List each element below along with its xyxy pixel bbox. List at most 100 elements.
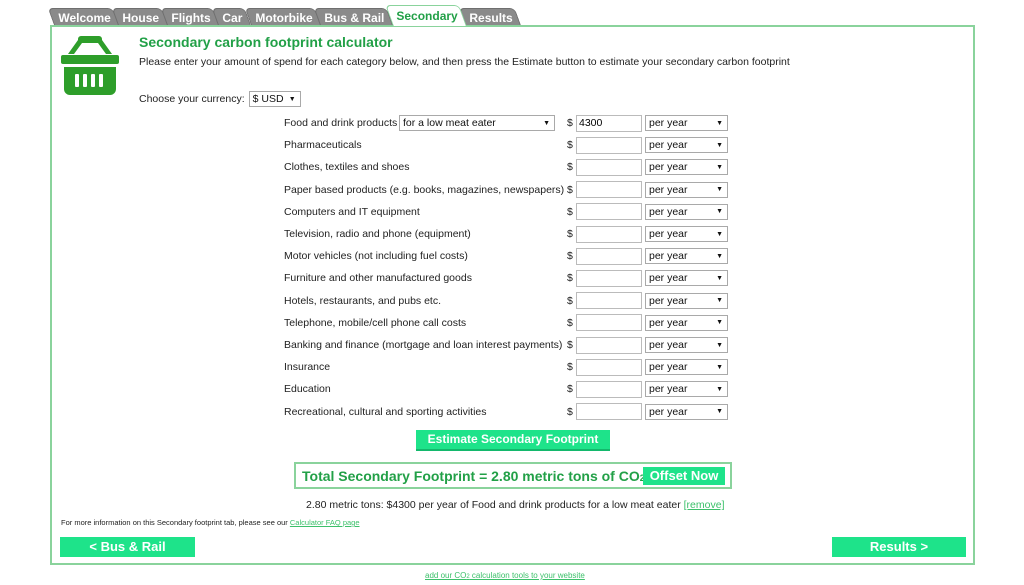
- tab-bar: Welcome House Flights Car Motorbike Bus …: [47, 5, 522, 26]
- embed-suffix: calculation tools to your website: [469, 571, 585, 580]
- period-value: per year: [649, 272, 688, 285]
- currency-symbol: $: [567, 139, 573, 152]
- period-select[interactable]: per year ▼: [645, 403, 728, 420]
- currency-symbol: $: [567, 316, 573, 329]
- spend-amount-input[interactable]: [576, 158, 642, 176]
- tab-results[interactable]: Results: [458, 8, 522, 26]
- category-row: Paper based products (e.g. books, magazi…: [284, 181, 734, 199]
- spend-amount-input[interactable]: [576, 380, 642, 398]
- spend-amount-input[interactable]: [576, 136, 642, 154]
- period-select[interactable]: per year ▼: [645, 381, 728, 398]
- category-row: Motor vehicles (not including fuel costs…: [284, 247, 734, 265]
- result-summary: 2.80 metric tons: $4300 per year of Food…: [306, 499, 725, 511]
- currency-symbol: $: [567, 405, 573, 418]
- category-row: Telephone, mobile/cell phone call costs $…: [284, 314, 734, 332]
- period-select[interactable]: per year ▼: [645, 226, 728, 242]
- period-value: per year: [649, 139, 688, 152]
- tab-house[interactable]: House: [112, 8, 169, 26]
- dropdown-arrow-icon: ▼: [716, 297, 723, 305]
- category-label: Furniture and other manufactured goods: [284, 272, 472, 285]
- shopping-basket-icon: [61, 36, 119, 95]
- category-label: Motor vehicles (not including fuel costs…: [284, 250, 468, 263]
- period-value: per year: [649, 228, 688, 240]
- dropdown-arrow-icon: ▼: [716, 341, 723, 349]
- period-select[interactable]: per year ▼: [645, 137, 728, 154]
- period-select[interactable]: per year ▼: [645, 292, 728, 309]
- faq-link[interactable]: Calculator FAQ page: [290, 518, 360, 527]
- embed-tools-link[interactable]: add our CO2 calculation tools to your we…: [425, 571, 585, 580]
- dropdown-arrow-icon: ▼: [716, 163, 723, 171]
- period-select[interactable]: per year ▼: [645, 181, 728, 198]
- category-row: Education $ per year ▼: [284, 380, 734, 398]
- currency-symbol: $: [567, 205, 573, 218]
- period-select[interactable]: per year ▼: [645, 248, 728, 265]
- category-label: Paper based products (e.g. books, magazi…: [284, 183, 565, 196]
- currency-symbol: $: [567, 250, 573, 263]
- currency-symbol: $: [567, 294, 573, 307]
- period-value: per year: [649, 250, 688, 263]
- tab-flights[interactable]: Flights: [160, 8, 220, 26]
- spend-amount-input[interactable]: [576, 292, 642, 310]
- dropdown-arrow-icon: ▼: [716, 319, 723, 327]
- tab-bus-rail[interactable]: Bus & Rail: [313, 8, 394, 26]
- dropdown-arrow-icon: ▼: [716, 230, 723, 238]
- food-type-value: for a low meat eater: [403, 117, 496, 129]
- tab-motorbike[interactable]: Motorbike: [244, 8, 322, 26]
- period-value: per year: [649, 383, 688, 396]
- spend-amount-input[interactable]: [576, 358, 642, 376]
- total-prefix: Total Secondary Footprint = 2.80 metric …: [302, 467, 640, 484]
- embed-prefix: add our CO: [425, 571, 467, 580]
- food-type-select[interactable]: for a low meat eater ▼: [399, 115, 555, 131]
- prev-bus-rail-button[interactable]: < Bus & Rail: [60, 537, 195, 557]
- category-row: Furniture and other manufactured goods $ p…: [284, 269, 734, 287]
- offset-now-button[interactable]: Offset Now: [643, 467, 725, 485]
- period-select[interactable]: per year ▼: [645, 270, 728, 287]
- dropdown-arrow-icon: ▼: [716, 141, 723, 149]
- category-row: Food and drink products for a low meat ea…: [284, 114, 734, 132]
- remove-link[interactable]: [remove]: [684, 499, 725, 511]
- currency-symbol: $: [567, 228, 573, 240]
- spend-amount-input[interactable]: [576, 225, 642, 243]
- category-row: Television, radio and phone (equipment) $…: [284, 225, 734, 243]
- dropdown-arrow-icon: ▼: [716, 408, 723, 416]
- tab-secondary[interactable]: Secondary: [385, 5, 468, 26]
- currency-symbol: $: [567, 383, 573, 396]
- period-select[interactable]: per year ▼: [645, 159, 728, 176]
- spend-amount-input[interactable]: [576, 269, 642, 287]
- category-label: Television, radio and phone (equipment): [284, 228, 471, 240]
- currency-select[interactable]: $ USD ▼: [248, 91, 301, 107]
- spend-amount-input[interactable]: [576, 114, 642, 132]
- faq-text: For more information on this Secondary f…: [61, 518, 288, 527]
- estimate-button[interactable]: Estimate Secondary Footprint: [416, 430, 610, 451]
- summary-text: 2.80 metric tons: $4300 per year of Food…: [306, 499, 681, 511]
- currency-symbol: $: [567, 272, 573, 285]
- spend-amount-input[interactable]: [576, 336, 642, 354]
- intro-text: Please enter your amount of spend for ea…: [139, 56, 790, 68]
- category-row: Pharmaceuticals $ per year ▼: [284, 136, 734, 154]
- spend-amount-input[interactable]: [576, 403, 642, 421]
- category-label: Recreational, cultural and sporting acti…: [284, 405, 487, 418]
- next-results-button[interactable]: Results >: [832, 537, 966, 557]
- spend-amount-input[interactable]: [576, 203, 642, 221]
- spend-amount-input[interactable]: [576, 181, 642, 199]
- spend-amount-input[interactable]: [576, 247, 642, 265]
- period-select[interactable]: per year ▼: [645, 115, 728, 131]
- period-select[interactable]: per year ▼: [645, 337, 728, 353]
- period-select[interactable]: per year ▼: [645, 314, 728, 331]
- dropdown-arrow-icon: ▼: [288, 95, 296, 103]
- spend-amount-input[interactable]: [576, 314, 642, 332]
- period-value: per year: [649, 405, 688, 418]
- period-value: per year: [649, 361, 688, 374]
- tab-welcome[interactable]: Welcome: [47, 8, 120, 26]
- period-select[interactable]: per year ▼: [645, 359, 728, 376]
- total-footprint-text: Total Secondary Footprint = 2.80 metric …: [302, 468, 653, 484]
- currency-value: $ USD: [252, 93, 284, 105]
- period-value: per year: [649, 117, 688, 129]
- category-row: Hotels, restaurants, and pubs etc. $ per y…: [284, 292, 734, 310]
- period-select[interactable]: per year ▼: [645, 203, 728, 220]
- period-value: per year: [649, 161, 688, 174]
- category-row: Computers and IT equipment $ per year ▼: [284, 203, 734, 221]
- category-label: Pharmaceuticals: [284, 139, 362, 152]
- category-label: Computers and IT equipment: [284, 205, 420, 218]
- tab-label: Secondary: [396, 9, 458, 23]
